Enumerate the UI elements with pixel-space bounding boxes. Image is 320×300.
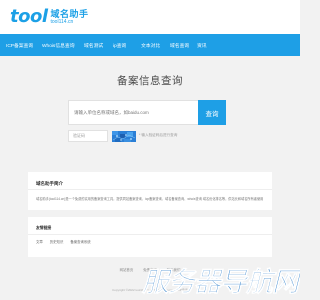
page-title: 备案信息查询 xyxy=(117,75,183,87)
nav-item-domain-query[interactable]: 域名查询 xyxy=(170,42,197,49)
logo-domain: tool114.cn xyxy=(50,18,74,25)
search-input[interactable] xyxy=(74,101,194,124)
nav-item-news[interactable]: 资讯 xyxy=(197,42,217,49)
nav-item-domain-test[interactable]: 域名测试 xyxy=(84,42,113,49)
header: tool 域名助手 tool114.cn xyxy=(0,0,300,34)
friend-links-divider xyxy=(28,234,272,235)
search-button[interactable]: 查询 xyxy=(198,100,226,125)
friend-links-list: 文章 历史知识 备案查询系统 xyxy=(36,239,98,244)
nav-item-ip[interactable]: ip查询 xyxy=(113,42,141,49)
friend-link[interactable]: 历史知识 xyxy=(50,239,64,244)
page: tool 域名助手 tool114.cn ICP备案查询 Whois信息查询 域… xyxy=(0,0,300,300)
intro-title: 域名助手简介 xyxy=(36,181,63,186)
logo-text: 域名助手 tool114.cn xyxy=(50,8,89,25)
intro-panel: 域名助手简介 域名助手(tool114.cn)是一个免费的实用的备案查询工具，提… xyxy=(28,172,272,210)
intro-divider xyxy=(28,189,272,190)
intro-text: 域名助手(tool114.cn)是一个免费的实用的备案查询工具，提供同站备案查询… xyxy=(36,197,264,201)
captcha-image[interactable] xyxy=(112,130,136,142)
captcha-input[interactable]: 验证码 xyxy=(68,130,108,142)
watermark-text: 服务器导航网 xyxy=(141,267,300,298)
friend-links-panel: 友情链接 文章 历史知识 备案查询系统 xyxy=(28,217,272,257)
logo-title: 域名助手 xyxy=(50,8,89,19)
logo[interactable]: tool 域名助手 tool114.cn xyxy=(10,7,89,27)
friend-link[interactable]: 文章 xyxy=(36,239,43,244)
logo-mark: tool xyxy=(10,6,48,27)
nav-item-whois[interactable]: Whois信息查询 xyxy=(42,42,84,49)
footer-link-home[interactable]: 网站首页 xyxy=(120,267,134,272)
friend-links-title: 友情链接 xyxy=(36,226,52,230)
nav-item-text-compare[interactable]: 文本对比 xyxy=(141,42,170,49)
captcha-hint: * 输入验证码后进行查询 xyxy=(139,133,178,137)
friend-link[interactable]: 备案查询系统 xyxy=(70,239,90,244)
nav-item-icp[interactable]: ICP备案查询 xyxy=(6,42,42,49)
main-nav: ICP备案查询 Whois信息查询 域名测试 ip查询 文本对比 域名查询 资讯 xyxy=(0,34,300,56)
watermark-logo: 服务器导航网 xyxy=(141,267,300,299)
